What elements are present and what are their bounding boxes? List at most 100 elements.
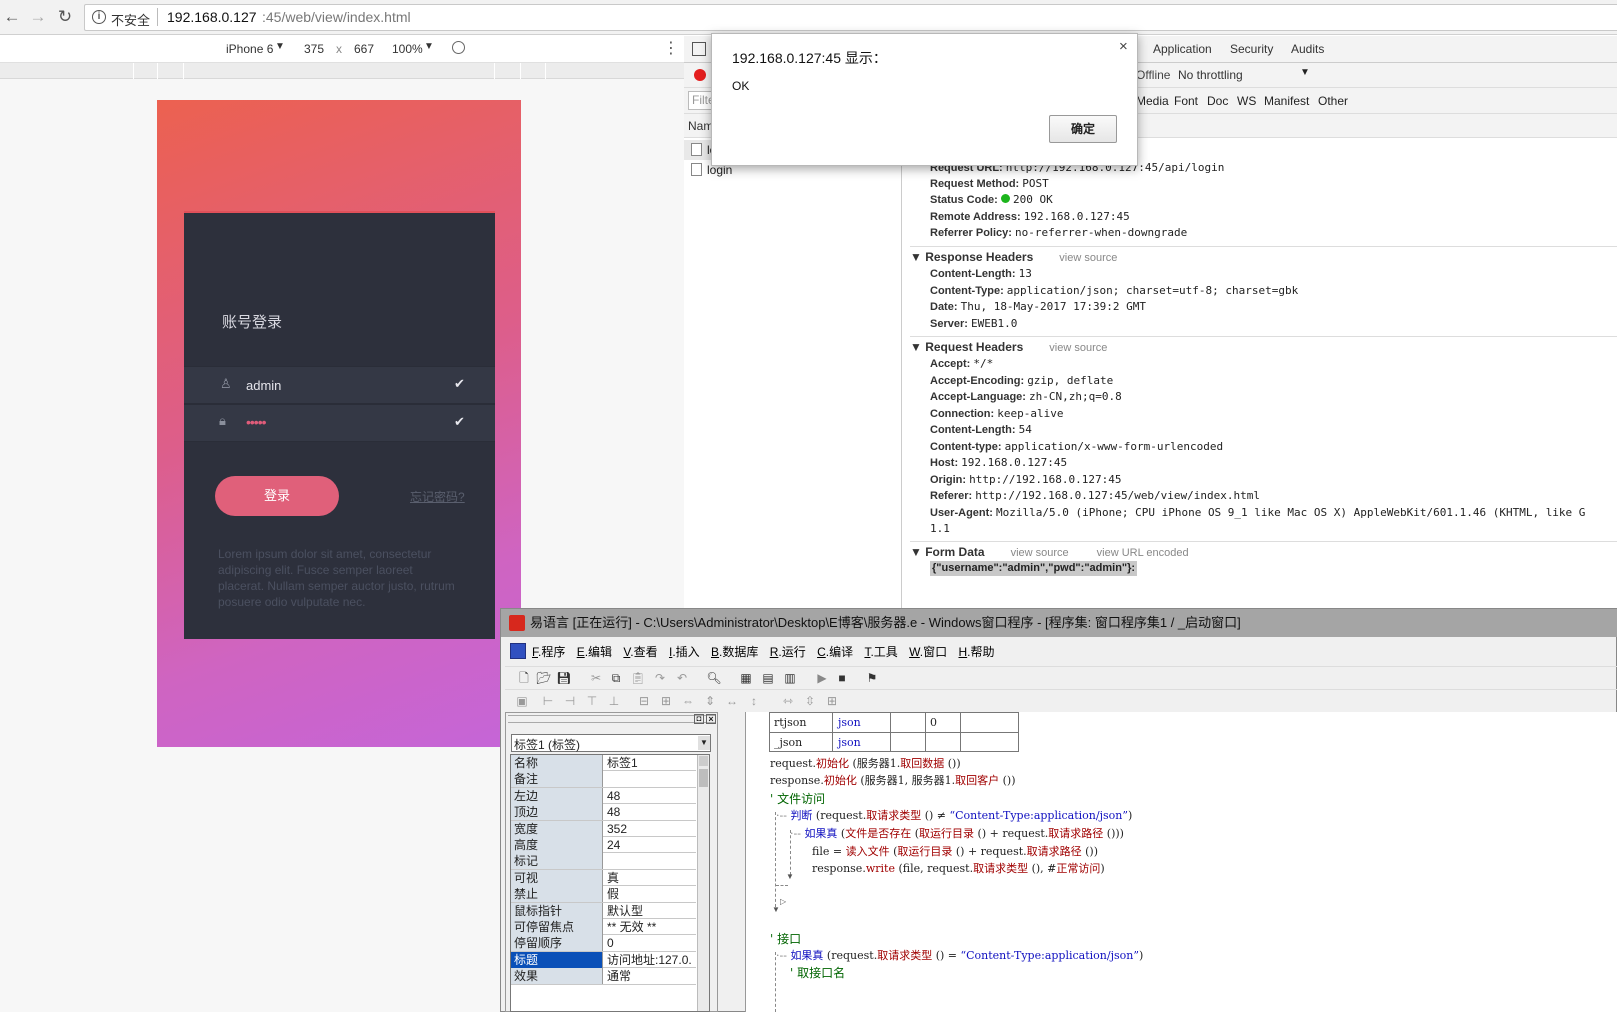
table-row[interactable]: 顶边 48 xyxy=(511,804,696,821)
chevron-down-icon[interactable]: ▼ xyxy=(1300,67,1310,78)
debug-icon[interactable]: ⚑ xyxy=(861,667,883,689)
component-select[interactable]: 标签1 (标签) ▼ xyxy=(511,734,711,752)
form-data-toggle[interactable]: ▼ Form Data view source view URL encoded xyxy=(910,543,1189,561)
menu-compile[interactable]: C.编译 xyxy=(817,640,853,664)
request-headers-toggle[interactable]: ▼ Request Headers view source xyxy=(910,338,1107,356)
table-row[interactable]: 宽度 352 xyxy=(511,820,696,837)
stop-icon[interactable]: ■ xyxy=(831,667,853,689)
same-width-icon[interactable]: ⇔ xyxy=(677,690,699,712)
login-button[interactable]: 登录 xyxy=(215,476,339,516)
align-bottom-icon[interactable]: ⊥ xyxy=(603,690,625,712)
record-icon[interactable] xyxy=(694,69,706,81)
filter-other[interactable]: Other xyxy=(1318,94,1348,108)
table-row[interactable]: 效果 通常 xyxy=(511,968,696,985)
space-h-icon[interactable]: ↔ xyxy=(721,690,743,712)
username-field[interactable]: ♙ admin ✔ xyxy=(184,366,495,404)
zoom-select[interactable]: 100% xyxy=(392,42,423,56)
table-row[interactable]: 名称 标签1 xyxy=(511,755,696,772)
table-row[interactable]: 可视真 xyxy=(511,869,696,887)
device-height[interactable]: 667 xyxy=(354,42,374,56)
throttling-select[interactable]: No throttling xyxy=(1178,68,1243,82)
menu-insert[interactable]: I.插入 xyxy=(669,640,700,664)
tab-security[interactable]: Security xyxy=(1230,42,1273,56)
table-row[interactable]: 高度 24 xyxy=(511,837,696,854)
menu-window[interactable]: W.窗口 xyxy=(909,640,947,664)
table-row[interactable]: 鼠标指针 默认型 xyxy=(511,902,696,919)
open-folder-icon[interactable]: 📂︎ xyxy=(533,667,555,689)
table-row[interactable]: 标记 xyxy=(511,853,696,870)
menu-run[interactable]: R.运行 xyxy=(770,640,806,664)
table-row[interactable]: 备注 xyxy=(511,771,696,788)
cut-icon[interactable]: ✂ xyxy=(585,667,607,689)
ok-button[interactable]: 确定 xyxy=(1049,115,1117,143)
find-icon[interactable]: 🔍︎ xyxy=(703,667,725,689)
copy-icon[interactable]: ⧉ xyxy=(605,667,627,689)
close-icon[interactable]: × xyxy=(1119,38,1128,55)
name-column-header[interactable]: Name xyxy=(688,119,712,133)
menu-edit[interactable]: E.编辑 xyxy=(577,640,612,664)
menu-database[interactable]: B.数据库 xyxy=(711,640,758,664)
grid-icon[interactable]: ⊞ xyxy=(821,690,843,712)
close-icon[interactable]: × xyxy=(706,714,716,724)
offline-checkbox-label[interactable]: Offline xyxy=(1136,68,1170,82)
device-width[interactable]: 375 xyxy=(304,42,324,56)
redo-icon[interactable]: ↷ xyxy=(649,667,671,689)
save-icon[interactable]: 💾︎ xyxy=(553,667,575,689)
restore-icon[interactable]: ◘ xyxy=(694,714,704,724)
address-bar[interactable]: i 不安全 192.168.0.127 :45/web/view/index.h… xyxy=(84,4,1617,31)
menu-help[interactable]: H.帮助 xyxy=(958,640,994,664)
table-row[interactable]: 禁止假 xyxy=(511,886,696,903)
menu-program[interactable]: F.程序 xyxy=(532,640,565,664)
table-row[interactable]: 停留顺序 0 xyxy=(511,935,696,952)
filter-media[interactable]: Media xyxy=(1136,94,1169,108)
password-input[interactable]: ••••• xyxy=(246,414,266,430)
scrollbar[interactable] xyxy=(697,755,709,1011)
menu-view[interactable]: V.查看 xyxy=(623,640,657,664)
more-menu-icon[interactable]: ⋮ xyxy=(663,38,679,58)
spread-icon[interactable]: ⇿ xyxy=(777,690,799,712)
tab-audits[interactable]: Audits xyxy=(1291,42,1324,56)
filter-doc[interactable]: Doc xyxy=(1207,94,1228,108)
chevron-down-icon[interactable]: ▼ xyxy=(275,41,285,52)
forgot-password-link[interactable]: 忘记密码? xyxy=(410,488,465,505)
response-headers-toggle[interactable]: ▼ Response Headers view source xyxy=(910,248,1117,266)
space-v-icon[interactable]: ↕ xyxy=(743,690,765,712)
reload-icon[interactable]: ↻ xyxy=(54,6,76,28)
layout-icon[interactable]: ▦ xyxy=(735,667,757,689)
undo-icon[interactable]: ↶ xyxy=(671,667,693,689)
filter-manifest[interactable]: Manifest xyxy=(1264,94,1309,108)
forward-icon[interactable]: → xyxy=(27,6,49,28)
filter-font[interactable]: Font xyxy=(1174,94,1198,108)
view-url-encoded-link[interactable]: view URL encoded xyxy=(1097,547,1189,559)
back-icon[interactable]: ← xyxy=(1,6,23,28)
password-field[interactable]: 🔒︎ ••••• ✔ xyxy=(184,404,495,442)
view-source-link[interactable]: view source xyxy=(1011,547,1069,559)
chevron-down-icon[interactable]: ▼ xyxy=(424,41,434,52)
paste-icon[interactable]: 📋︎ xyxy=(627,667,649,689)
table-row[interactable]: 可停留焦点 ** 无效 ** xyxy=(511,919,696,936)
filter-ws[interactable]: WS xyxy=(1237,94,1256,108)
align-top-icon[interactable]: ⊤ xyxy=(581,690,603,712)
center-h-icon[interactable]: ⊟ xyxy=(633,690,655,712)
view-source-link[interactable]: view source xyxy=(1059,252,1117,264)
username-input[interactable]: admin xyxy=(246,378,281,393)
stack-icon[interactable]: ⇳ xyxy=(799,690,821,712)
menu-tools[interactable]: T.工具 xyxy=(864,640,897,664)
align-right-icon[interactable]: ⊣ xyxy=(559,690,581,712)
align-left-icon[interactable]: ⊢ xyxy=(537,690,559,712)
rotate-icon[interactable] xyxy=(452,41,465,54)
play-icon[interactable]: ▶ xyxy=(811,667,833,689)
layout-icon[interactable]: ▥ xyxy=(779,667,801,689)
document-icon[interactable] xyxy=(510,643,526,659)
layout-icon[interactable]: ▤ xyxy=(757,667,779,689)
new-file-icon[interactable]: 🗋︎ xyxy=(513,667,535,689)
device-select[interactable]: iPhone 6 xyxy=(226,42,273,56)
table-row[interactable]: 左边 48 xyxy=(511,787,696,805)
tab-application[interactable]: Application xyxy=(1153,42,1212,56)
view-source-link[interactable]: view source xyxy=(1049,342,1107,354)
info-icon[interactable]: i xyxy=(92,10,106,24)
media-query-bar[interactable] xyxy=(0,63,684,79)
chevron-down-icon[interactable]: ▼ xyxy=(698,736,710,750)
inspect-icon[interactable] xyxy=(692,42,706,56)
center-v-icon[interactable]: ⊞ xyxy=(655,690,677,712)
